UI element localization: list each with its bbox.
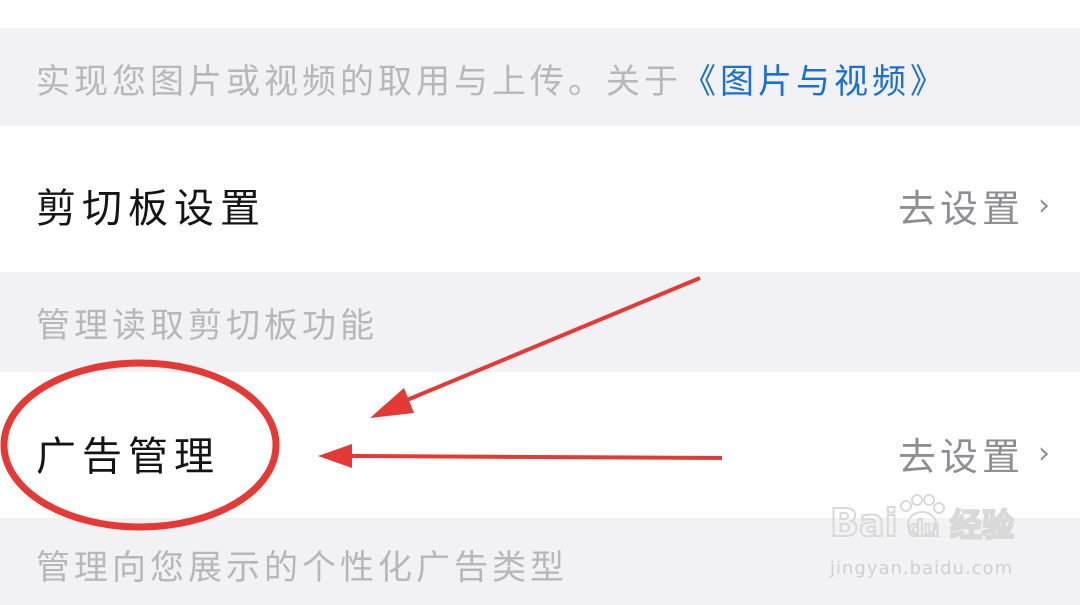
- chevron-right-icon: ›: [1038, 436, 1050, 471]
- ad-go-settings-label: 去设置: [897, 435, 1024, 479]
- ad-go-settings-button[interactable]: 去设置 ›: [898, 426, 1050, 481]
- media-policy-link[interactable]: 《图片与视频》: [682, 62, 948, 102]
- clipboard-settings-title: 剪切板设置: [36, 186, 266, 232]
- top-strip: [0, 0, 1080, 28]
- watermark-url: jingyan.baidu.com: [830, 558, 1014, 579]
- ad-description: 管理向您展示的个性化广告类型: [36, 548, 568, 588]
- baidu-watermark: Bai du 经验 jingyan.baidu.com: [829, 488, 1030, 583]
- watermark-brand-cn: 经验: [950, 506, 1014, 544]
- baidu-logo-icon: Bai du 经验: [829, 494, 1015, 546]
- media-description: 实现您图片或视频的取用与上传。关于《图片与视频》: [36, 54, 948, 103]
- clipboard-go-settings-button[interactable]: 去设置 ›: [898, 178, 1050, 233]
- ad-management-title: 广告管理: [36, 434, 220, 480]
- watermark-brand-a: Bai: [830, 501, 898, 545]
- clipboard-settings-row[interactable]: 剪切板设置 去设置 ›: [0, 126, 1080, 272]
- media-description-text: 实现您图片或视频的取用与上传。关于: [36, 62, 682, 102]
- clipboard-go-settings-label: 去设置: [897, 187, 1024, 231]
- media-description-band: 实现您图片或视频的取用与上传。关于《图片与视频》: [0, 28, 1080, 126]
- chevron-right-icon: ›: [1038, 188, 1050, 223]
- clipboard-description: 管理读取剪切板功能: [36, 306, 378, 346]
- clipboard-description-band: 管理读取剪切板功能: [0, 272, 1080, 372]
- watermark-brand-b: du: [908, 517, 939, 542]
